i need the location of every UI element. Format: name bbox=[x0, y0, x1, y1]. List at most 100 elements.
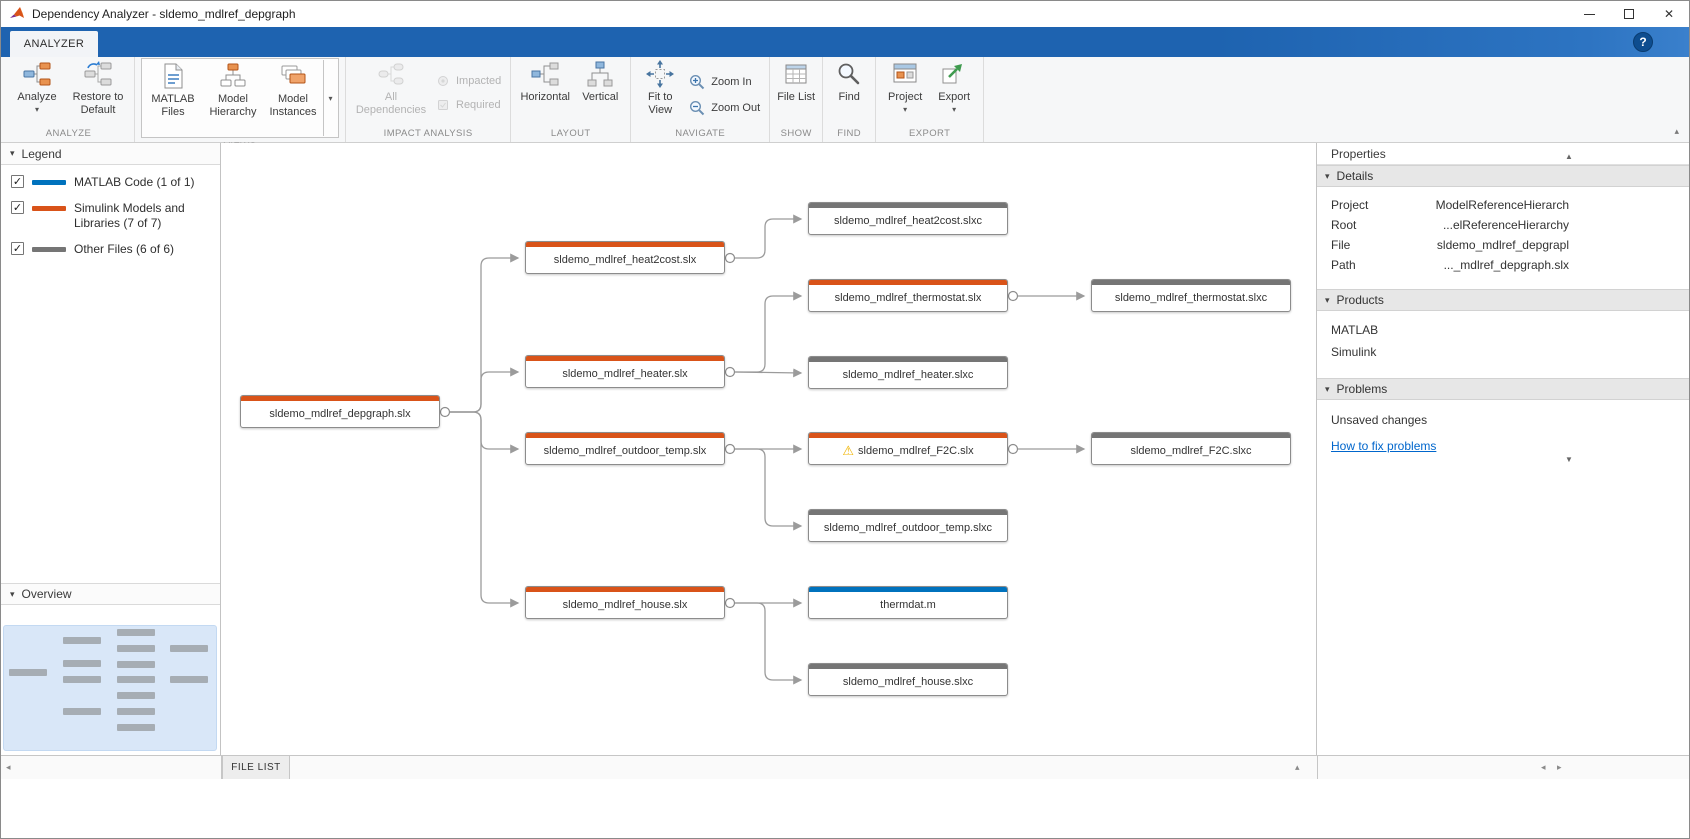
vertical-layout-button[interactable]: Vertical bbox=[576, 58, 624, 104]
zoom-in-icon bbox=[689, 74, 705, 90]
problems-section-header[interactable]: ▾ Problems bbox=[1317, 378, 1689, 400]
impacted-button[interactable]: Impacted bbox=[433, 73, 504, 89]
minimap-node-house bbox=[63, 708, 101, 715]
products-section-header[interactable]: ▾ Products bbox=[1317, 289, 1689, 311]
minimap-node-thermdat bbox=[117, 708, 155, 715]
all-dependencies-icon bbox=[377, 60, 405, 88]
properties-title: Properties bbox=[1317, 143, 1689, 165]
all-dependencies-label: All Dependencies bbox=[352, 91, 430, 116]
matlab-files-button[interactable]: MATLAB Files bbox=[143, 60, 203, 136]
graph-node-house_c[interactable]: sldemo_mdlref_house.slxc bbox=[808, 663, 1008, 696]
required-label: Required bbox=[456, 99, 501, 111]
ribbon-group-label: EXPORT bbox=[882, 125, 977, 142]
ribbon-group-navigate: Fit to View Zoom In bbox=[631, 57, 770, 142]
scroll-corner-icon[interactable]: ▴ bbox=[1295, 762, 1300, 773]
graph-node-f2c[interactable]: ⚠sldemo_mdlref_F2C.slx bbox=[808, 432, 1008, 465]
graph-node-outdoor_temp[interactable]: sldemo_mdlref_outdoor_temp.slx bbox=[525, 432, 725, 465]
help-button[interactable]: ? bbox=[1633, 32, 1653, 52]
project-button[interactable]: Project ▾ bbox=[882, 58, 928, 114]
node-type-bar bbox=[1092, 280, 1290, 285]
problem-status: Unsaved changes bbox=[1317, 410, 1689, 437]
legend-checkbox[interactable]: ✓ bbox=[11, 175, 24, 188]
output-port-f2c bbox=[1009, 445, 1018, 454]
file-list-button[interactable]: File List bbox=[776, 58, 816, 104]
graph-node-depgraph[interactable]: sldemo_mdlref_depgraph.slx bbox=[240, 395, 440, 428]
restore-to-default-button[interactable]: Restore to Default bbox=[68, 58, 128, 116]
scroll-right-icon[interactable]: ▸ bbox=[1557, 762, 1562, 773]
file-list-tab[interactable]: FILE LIST bbox=[222, 756, 290, 779]
zoom-out-button[interactable]: Zoom Out bbox=[686, 99, 763, 117]
graph-node-heater[interactable]: sldemo_mdlref_heater.slx bbox=[525, 355, 725, 388]
ribbon-collapse-icon[interactable]: ▴ bbox=[1674, 126, 1679, 137]
tab-analyzer[interactable]: ANALYZER bbox=[10, 31, 98, 57]
window-bottom-filler bbox=[1, 779, 1689, 839]
warning-icon: ⚠ bbox=[842, 444, 854, 457]
model-instances-button[interactable]: Model Instances bbox=[263, 60, 323, 136]
output-port-heater bbox=[726, 368, 735, 377]
maximize-button[interactable] bbox=[1609, 1, 1649, 27]
dropdown-caret-icon: ▾ bbox=[328, 95, 332, 103]
graph-node-f2c_c[interactable]: sldemo_mdlref_F2C.slxc bbox=[1091, 432, 1291, 465]
scroll-left-icon[interactable]: ◂ bbox=[1541, 762, 1546, 773]
dependency-graph-canvas[interactable]: sldemo_mdlref_depgraph.slx sldemo_mdlref_… bbox=[221, 143, 1316, 755]
required-button[interactable]: Required bbox=[433, 97, 504, 113]
ribbon-group-show: File List SHOW bbox=[770, 57, 823, 142]
dependency-edge-heater-to-heater_c bbox=[735, 372, 801, 373]
collapse-icon: ▾ bbox=[1325, 384, 1330, 395]
collapse-icon: ▾ bbox=[1325, 171, 1330, 182]
graph-node-thermostat[interactable]: sldemo_mdlref_thermostat.slx bbox=[808, 279, 1008, 312]
property-value: ModelReferenceHierarch bbox=[1436, 198, 1569, 212]
export-label: Export bbox=[938, 91, 970, 104]
model-hierarchy-button[interactable]: Model Hierarchy bbox=[203, 60, 263, 136]
scroll-up-icon[interactable]: ▲ bbox=[1565, 152, 1573, 161]
tab-strip: ANALYZER ? bbox=[1, 27, 1689, 57]
graph-node-heater_c[interactable]: sldemo_mdlref_heater.slxc bbox=[808, 356, 1008, 389]
graph-node-heat2cost[interactable]: sldemo_mdlref_heat2cost.slx bbox=[525, 241, 725, 274]
details-section-header[interactable]: ▾ Details bbox=[1317, 165, 1689, 187]
export-icon bbox=[941, 60, 967, 88]
output-port-heat2cost bbox=[726, 254, 735, 263]
status-bar: ◂ FILE LIST ▴ ◂ ▸ bbox=[1, 755, 1689, 779]
project-icon bbox=[892, 60, 918, 88]
legend-checkbox[interactable]: ✓ bbox=[11, 242, 24, 255]
fit-to-view-button[interactable]: Fit to View bbox=[637, 58, 683, 116]
graph-node-house[interactable]: sldemo_mdlref_house.slx bbox=[525, 586, 725, 619]
how-to-fix-problems-link[interactable]: How to fix problems bbox=[1331, 439, 1436, 453]
node-label: sldemo_mdlref_outdoor_temp.slxc bbox=[824, 522, 992, 534]
node-type-bar bbox=[526, 587, 724, 592]
graph-node-heat2cost_c[interactable]: sldemo_mdlref_heat2cost.slxc bbox=[808, 202, 1008, 235]
node-type-bar bbox=[809, 510, 1007, 515]
minimize-button[interactable] bbox=[1569, 1, 1609, 27]
graph-node-thermostat_c[interactable]: sldemo_mdlref_thermostat.slxc bbox=[1091, 279, 1291, 312]
property-label: Root bbox=[1331, 218, 1356, 232]
maximize-icon bbox=[1624, 9, 1634, 19]
views-dropdown-button[interactable]: ▾ bbox=[323, 60, 337, 136]
node-type-bar bbox=[1092, 433, 1290, 438]
find-button[interactable]: Find bbox=[829, 58, 869, 104]
scroll-down-icon[interactable]: ▼ bbox=[1565, 455, 1573, 464]
title-bar: Dependency Analyzer - sldemo_mdlref_depg… bbox=[1, 1, 1689, 27]
minimap-viewport[interactable] bbox=[3, 625, 217, 751]
graph-node-outdoor_temp_c[interactable]: sldemo_mdlref_outdoor_temp.slxc bbox=[808, 509, 1008, 542]
products-title: Products bbox=[1337, 293, 1384, 307]
horizontal-layout-button[interactable]: Horizontal bbox=[517, 58, 573, 104]
ribbon-group-label: NAVIGATE bbox=[637, 125, 763, 142]
export-button[interactable]: Export ▾ bbox=[931, 58, 977, 114]
zoom-in-button[interactable]: Zoom In bbox=[686, 73, 763, 91]
node-type-bar bbox=[809, 280, 1007, 285]
overview-minimap[interactable] bbox=[1, 605, 220, 755]
legend-checkbox[interactable]: ✓ bbox=[11, 201, 24, 214]
find-label: Find bbox=[838, 91, 859, 104]
close-button[interactable]: ✕ bbox=[1649, 1, 1689, 27]
required-icon bbox=[436, 98, 450, 112]
all-dependencies-button[interactable]: All Dependencies bbox=[352, 58, 430, 116]
node-label: sldemo_mdlref_depgraph.slx bbox=[269, 408, 410, 420]
zoom-out-label: Zoom Out bbox=[711, 102, 760, 114]
scroll-left-icon[interactable]: ◂ bbox=[6, 762, 11, 773]
analyze-button[interactable]: Analyze ▾ bbox=[9, 58, 65, 114]
problems-title: Problems bbox=[1337, 382, 1388, 396]
matlab-files-icon bbox=[159, 62, 187, 90]
graph-node-thermdat[interactable]: thermdat.m bbox=[808, 586, 1008, 619]
overview-header[interactable]: ▾ Overview bbox=[1, 583, 220, 605]
node-type-bar bbox=[241, 396, 439, 401]
